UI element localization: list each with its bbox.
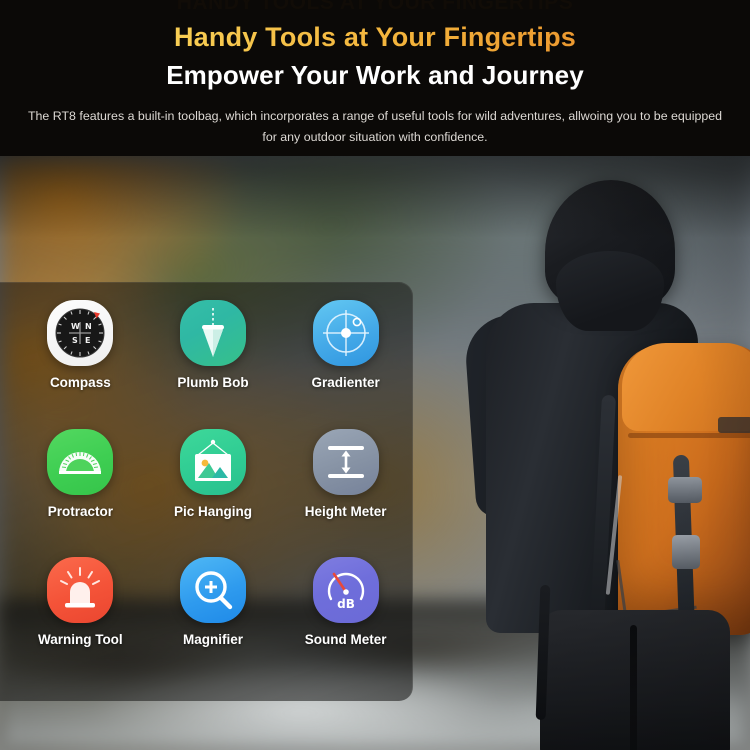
page-subtitle: Empower Your Work and Journey (166, 60, 584, 90)
tool-item-compass[interactable]: W N S E Compass (14, 300, 147, 429)
tool-item-height-meter[interactable]: Height Meter (279, 428, 412, 558)
tool-label: Compass (49, 375, 111, 390)
eyebrow-text: HANDY TOOLS AT YOUR FINGERTIPS (176, 0, 574, 14)
hiker-hood-inner (556, 251, 664, 331)
tool-label: Protractor (47, 503, 113, 519)
svg-text:dB: dB (337, 597, 355, 611)
gradienter-icon[interactable] (312, 300, 379, 366)
svg-text:W: W (71, 322, 80, 331)
tool-label: Magnifier (182, 632, 243, 648)
tool-item-plumb-bob[interactable]: Plumb Bob (147, 300, 280, 429)
sound-meter-icon[interactable]: dB (312, 557, 379, 624)
tools-grid: W N S E Compass Plumb Bob Gradienter Pro… (0, 300, 412, 686)
svg-text:N: N (85, 322, 92, 331)
tool-label: Warning Tool (37, 632, 123, 648)
tool-label: Gradienter (311, 375, 380, 390)
tool-item-protractor[interactable]: Protractor (14, 428, 147, 558)
protractor-icon[interactable] (47, 428, 114, 495)
backpack-buckle-lower (672, 535, 700, 569)
tool-item-pic-hanging[interactable]: Pic Hanging (147, 428, 280, 558)
tool-label: Plumb Bob (177, 375, 249, 390)
tool-label: Sound Meter (304, 632, 387, 648)
product-feature-page: W N S E Compass Plumb Bob Gradienter Pro… (0, 0, 750, 750)
tool-label: Height Meter (304, 503, 387, 519)
backpack-buckle-upper (668, 477, 702, 503)
tool-item-warning-tool[interactable]: Warning Tool (14, 557, 147, 686)
tool-item-gradienter[interactable]: Gradienter (279, 300, 412, 429)
backpack-logo (718, 417, 750, 433)
warning-tool-icon[interactable] (47, 557, 114, 624)
backpack-seam (628, 433, 750, 438)
tool-label: Pic Hanging (173, 503, 252, 519)
description-paragraph: The RT8 features a built-in toolbag, whi… (27, 109, 723, 144)
svg-text:S: S (72, 336, 78, 345)
tool-item-magnifier[interactable]: Magnifier (147, 557, 280, 686)
header-section: HANDY TOOLS AT YOUR FINGERTIPS Handy Too… (0, 0, 750, 156)
plumb-bob-icon[interactable] (179, 300, 246, 366)
tool-item-sound-meter[interactable]: dB Sound Meter (279, 557, 412, 686)
compass-icon[interactable]: W N S E (47, 300, 114, 366)
height-meter-icon[interactable] (312, 428, 379, 495)
pic-hanging-icon[interactable] (179, 428, 246, 495)
hiker-leg-gap (630, 625, 637, 750)
magnifier-icon[interactable] (179, 557, 246, 624)
svg-text:E: E (85, 336, 90, 345)
page-title: Handy Tools at Your Fingertips (0, 22, 750, 53)
